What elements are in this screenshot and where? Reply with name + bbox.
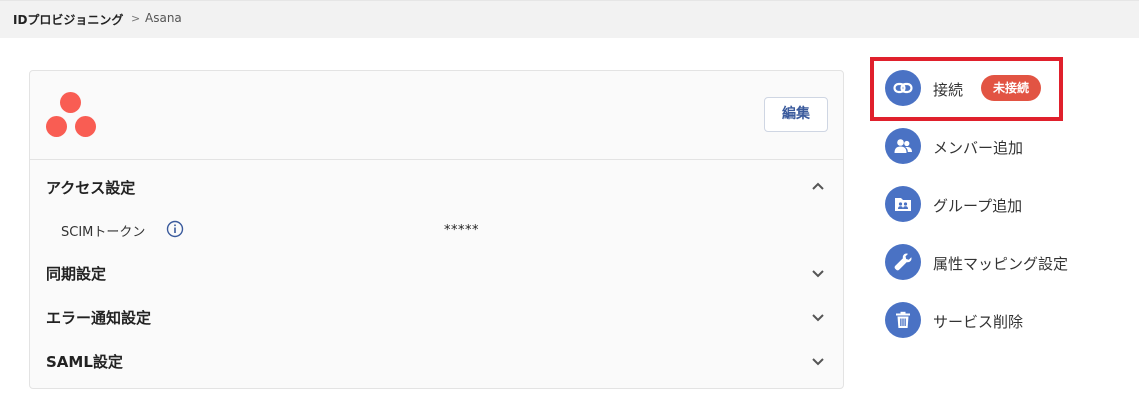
delete-service-label: サービス削除 (933, 313, 1024, 331)
add-member-label: メンバー追加 (933, 139, 1024, 157)
connect-label: 接続 (933, 81, 964, 99)
scim-token-label: SCIMトークン (61, 225, 146, 240)
card-header: 編集 (30, 71, 843, 160)
service-settings-card: 編集 アクセス設定 SCIMトークン ***** 同期設定 エラー通知設定 SA… (29, 70, 844, 389)
logo-dot-left (46, 116, 67, 137)
attribute-mapping-action[interactable]: 属性マッピング設定 (885, 244, 1085, 280)
wrench-icon (885, 244, 921, 280)
breadcrumb-current: Asana (145, 11, 182, 25)
trash-icon (885, 302, 921, 338)
scim-token-value: ***** (444, 223, 479, 238)
chevron-up-icon[interactable] (811, 179, 825, 193)
connect-action[interactable]: 接続 未接続 (885, 70, 1055, 106)
section-error-notification-settings[interactable]: エラー通知設定 (46, 307, 151, 328)
chevron-down-icon[interactable] (811, 311, 825, 325)
breadcrumb: IDプロビジョニング > Asana (0, 0, 1139, 38)
group-folder-icon (885, 186, 921, 222)
edit-button[interactable]: 編集 (764, 97, 828, 132)
add-group-action[interactable]: グループ追加 (885, 186, 1045, 222)
add-member-action[interactable]: メンバー追加 (885, 128, 1045, 164)
breadcrumb-separator: > (131, 12, 141, 25)
link-icon (885, 70, 921, 106)
chevron-down-icon[interactable] (811, 355, 825, 369)
status-badge: 未接続 (981, 75, 1042, 101)
people-icon (885, 128, 921, 164)
section-sync-settings[interactable]: 同期設定 (46, 263, 106, 284)
breadcrumb-root-link[interactable]: IDプロビジョニング (13, 11, 123, 28)
add-group-label: グループ追加 (933, 197, 1023, 215)
logo-dot-right (75, 116, 96, 137)
logo-dot-top (60, 92, 81, 113)
info-icon[interactable] (166, 220, 184, 238)
chevron-down-icon[interactable] (811, 267, 825, 281)
delete-service-action[interactable]: サービス削除 (885, 302, 1045, 338)
asana-logo (46, 92, 98, 138)
section-saml-settings[interactable]: SAML設定 (46, 351, 123, 372)
attribute-mapping-label: 属性マッピング設定 (933, 255, 1069, 273)
section-access-settings[interactable]: アクセス設定 (46, 177, 135, 198)
